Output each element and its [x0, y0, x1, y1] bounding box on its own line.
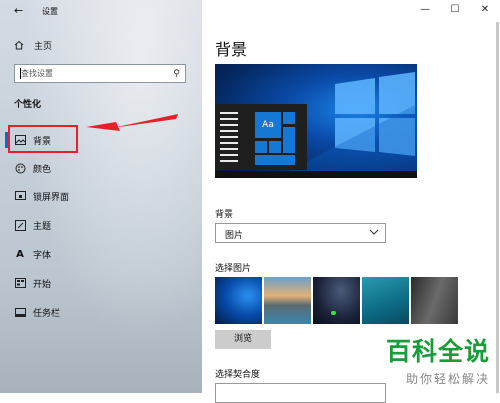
maximize-button[interactable]: ☐: [440, 0, 470, 22]
preview-tile: Aa: [255, 112, 281, 138]
window-controls: — ☐ ✕: [410, 0, 500, 22]
choose-picture-label: 选择图片: [215, 264, 252, 274]
start-menu-preview: Aa: [215, 104, 307, 170]
preview-tile-tall: [283, 127, 295, 153]
menu-lines: [220, 112, 238, 162]
minimize-button[interactable]: —: [410, 0, 440, 22]
thumbnail-night-sky[interactable]: [313, 277, 360, 324]
page-title: 背景: [215, 40, 248, 59]
preview-tile-wide: [255, 155, 295, 165]
preview-tile-small: [255, 141, 267, 153]
browse-button[interactable]: 浏览: [215, 330, 271, 349]
preview-tile-small: [283, 112, 295, 124]
chevron-down-icon: [369, 229, 379, 235]
watermark-main: 百科全说: [385, 337, 490, 366]
choose-fit-label: 选择契合度: [215, 370, 261, 380]
scrollbar-track: [496, 22, 499, 393]
thumbnail-windows[interactable]: [215, 277, 262, 324]
background-type-label: 背景: [215, 210, 234, 220]
thumbnail-underwater[interactable]: [362, 277, 409, 324]
thumbnail-coast[interactable]: [264, 277, 311, 324]
close-button[interactable]: ✕: [470, 0, 500, 22]
tent-light: [331, 311, 336, 315]
watermark: 百科全说 助你轻松解决: [370, 332, 490, 387]
fit-dropdown[interactable]: [215, 383, 386, 403]
background-preview: Aa: [215, 64, 417, 178]
dropdown-value: 图片: [225, 231, 244, 241]
scrollbar[interactable]: [494, 22, 500, 393]
preview-tile-small: [269, 141, 281, 153]
watermark-sub: 助你轻松解决: [405, 372, 490, 386]
taskbar-preview: [215, 171, 417, 178]
thumbnail-rock[interactable]: [411, 277, 458, 324]
background-type-dropdown[interactable]: 图片: [215, 223, 386, 243]
